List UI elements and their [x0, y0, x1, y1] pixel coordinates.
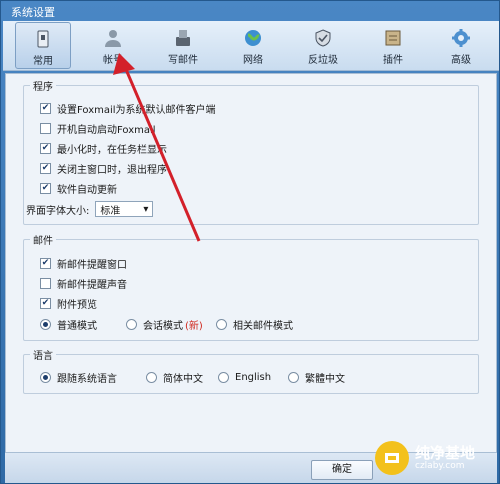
- checkbox[interactable]: ✔: [40, 102, 51, 114]
- window-title: 系统设置: [11, 6, 55, 19]
- font-size-select[interactable]: 标准 ▾: [95, 201, 154, 217]
- chevron-down-icon: ▾: [143, 203, 149, 215]
- radio[interactable]: [216, 318, 227, 330]
- mail-group-title: 邮件: [30, 232, 56, 247]
- network-icon: [245, 30, 261, 46]
- tab-advanced-label: 高级: [451, 55, 471, 66]
- checkbox[interactable]: [40, 277, 51, 289]
- language-simplified[interactable]: 简体中文: [146, 369, 203, 385]
- tab-general-label: 常用: [33, 56, 53, 67]
- radio[interactable]: [218, 371, 229, 383]
- mode-normal[interactable]: 普通模式: [40, 316, 97, 332]
- option-label: 设置Foxmail为系统默认邮件客户端: [57, 104, 216, 116]
- checkbox[interactable]: ✔: [40, 257, 51, 269]
- mode-conversation-label: 会话模式: [143, 320, 183, 332]
- radio[interactable]: [40, 318, 51, 330]
- option-close-exit[interactable]: ✔ 关闭主窗口时，退出程序: [40, 160, 167, 176]
- antispam-icon: [315, 29, 331, 47]
- option-default-client[interactable]: ✔ 设置Foxmail为系统默认邮件客户端: [40, 100, 216, 116]
- option-label: 最小化时，在任务栏显示: [57, 144, 167, 156]
- plugin-icon: [385, 30, 401, 46]
- tab-compose[interactable]: 写邮件: [155, 22, 211, 69]
- mode-related-label: 相关邮件模式: [233, 320, 293, 332]
- program-group-title: 程序: [30, 78, 56, 93]
- language-label: English: [235, 371, 272, 383]
- option-attachment-preview[interactable]: ✔ 附件预览: [40, 295, 97, 311]
- tab-general[interactable]: 常用: [15, 22, 71, 69]
- tab-antispam-label: 反垃圾: [308, 55, 338, 66]
- option-label: 开机自动启动Foxmail: [57, 124, 156, 136]
- language-traditional[interactable]: 繁體中文: [288, 369, 345, 385]
- font-size-label: 界面字体大小:: [26, 205, 90, 217]
- mode-related[interactable]: 相关邮件模式: [216, 316, 293, 332]
- tab-compose-label: 写邮件: [168, 55, 198, 66]
- option-new-mail-sound[interactable]: 新邮件提醒声音: [40, 275, 127, 291]
- tab-account[interactable]: 帐号: [85, 22, 141, 69]
- font-size-value: 标准: [100, 205, 121, 217]
- language-group-title: 语言: [30, 347, 56, 362]
- tab-antispam[interactable]: 反垃圾: [295, 22, 351, 69]
- watermark-text: 纯净基地: [415, 443, 476, 462]
- option-autostart[interactable]: 开机自动启动Foxmail: [40, 120, 156, 136]
- radio[interactable]: [288, 371, 299, 383]
- watermark-sub: czlaby.com: [415, 460, 465, 471]
- language-english[interactable]: English: [218, 369, 271, 385]
- language-follow-system[interactable]: 跟随系统语言: [40, 369, 117, 385]
- compose-icon: [176, 30, 190, 46]
- option-label: 附件预览: [57, 299, 97, 311]
- tab-advanced[interactable]: 高级: [433, 22, 489, 69]
- checkbox[interactable]: [40, 122, 51, 134]
- option-auto-update[interactable]: ✔ 软件自动更新: [40, 180, 117, 196]
- font-size-row: 界面字体大小: 标准 ▾: [26, 201, 154, 217]
- checkbox[interactable]: ✔: [40, 162, 51, 174]
- language-label: 简体中文: [163, 373, 203, 385]
- account-icon: [105, 30, 121, 47]
- new-badge: (新): [185, 320, 203, 332]
- tab-account-label: 帐号: [103, 55, 123, 66]
- tab-plugins[interactable]: 插件: [365, 22, 421, 69]
- mode-conversation[interactable]: 会话模式 (新): [126, 316, 203, 332]
- advanced-icon: [452, 29, 470, 47]
- watermark-logo: 纯净基地 czlaby.com: [375, 441, 475, 475]
- title-bar: 系统设置: [1, 1, 500, 21]
- general-icon: [37, 30, 49, 48]
- logo-icon: [375, 441, 409, 475]
- checkbox[interactable]: ✔: [40, 297, 51, 309]
- option-label: 新邮件提醒声音: [57, 279, 127, 291]
- tab-plugins-label: 插件: [383, 55, 403, 66]
- tab-network[interactable]: 网络: [225, 22, 281, 69]
- language-label: 繁體中文: [305, 373, 345, 385]
- option-label: 软件自动更新: [57, 184, 117, 196]
- radio[interactable]: [40, 371, 51, 383]
- radio[interactable]: [146, 371, 157, 383]
- settings-panel: 程序 ✔ 设置Foxmail为系统默认邮件客户端 开机自动启动Foxmail ✔ 最…: [5, 73, 497, 453]
- option-label: 新邮件提醒窗口: [57, 259, 127, 271]
- radio[interactable]: [126, 318, 137, 330]
- option-label: 关闭主窗口时，退出程序: [57, 164, 167, 176]
- settings-toolbar: 常用 帐号 写邮件 网络 反垃圾 插件 高级: [3, 21, 499, 71]
- checkbox[interactable]: ✔: [40, 142, 51, 154]
- tab-network-label: 网络: [243, 55, 263, 66]
- settings-window: 系统设置 常用 帐号 写邮件 网络 反垃圾 插件 高级 程序 ✔ 设置Foxma…: [0, 0, 500, 484]
- checkbox[interactable]: ✔: [40, 182, 51, 194]
- option-new-mail-window[interactable]: ✔ 新邮件提醒窗口: [40, 255, 127, 271]
- language-label: 跟随系统语言: [57, 373, 117, 385]
- ok-button[interactable]: 确定: [311, 460, 373, 480]
- option-minimize-taskbar[interactable]: ✔ 最小化时，在任务栏显示: [40, 140, 167, 156]
- mode-normal-label: 普通模式: [57, 320, 97, 332]
